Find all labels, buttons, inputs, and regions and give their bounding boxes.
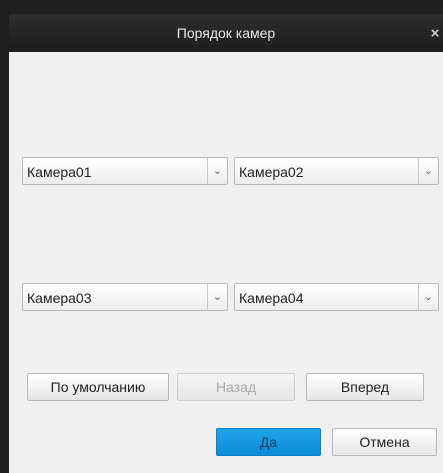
forward-button[interactable]: Вперед [306, 373, 424, 401]
chevron-down-icon[interactable]: ⌄ [418, 158, 438, 184]
camera-slot-1-value: Камера01 [27, 164, 92, 180]
default-order-button[interactable]: По умолчанию [27, 373, 169, 401]
ok-button[interactable]: Да [216, 428, 321, 456]
back-button[interactable]: Назад [177, 373, 295, 401]
camera-slot-2-value: Камера02 [239, 164, 304, 180]
close-icon[interactable]: × [427, 25, 443, 42]
dialog-title: Порядок камер [176, 25, 276, 41]
camera-slot-2-select[interactable]: Камера02 ⌄ [234, 157, 439, 185]
camera-slot-3-value: Камера03 [27, 290, 92, 306]
camera-order-dialog: Порядок камер × Камера01 ⌄ Камера02 ⌄ Ка… [9, 14, 443, 473]
chevron-down-icon[interactable]: ⌄ [207, 158, 227, 184]
cancel-button[interactable]: Отмена [332, 428, 437, 456]
camera-slot-3-select[interactable]: Камера03 ⌄ [22, 283, 228, 311]
camera-slot-4-select[interactable]: Камера04 ⌄ [234, 283, 439, 311]
dialog-titlebar[interactable]: Порядок камер × [9, 14, 443, 52]
camera-slot-1-select[interactable]: Камера01 ⌄ [22, 157, 228, 185]
chevron-down-icon[interactable]: ⌄ [207, 284, 227, 310]
camera-slot-4-value: Камера04 [239, 290, 304, 306]
chevron-down-icon[interactable]: ⌄ [418, 284, 438, 310]
